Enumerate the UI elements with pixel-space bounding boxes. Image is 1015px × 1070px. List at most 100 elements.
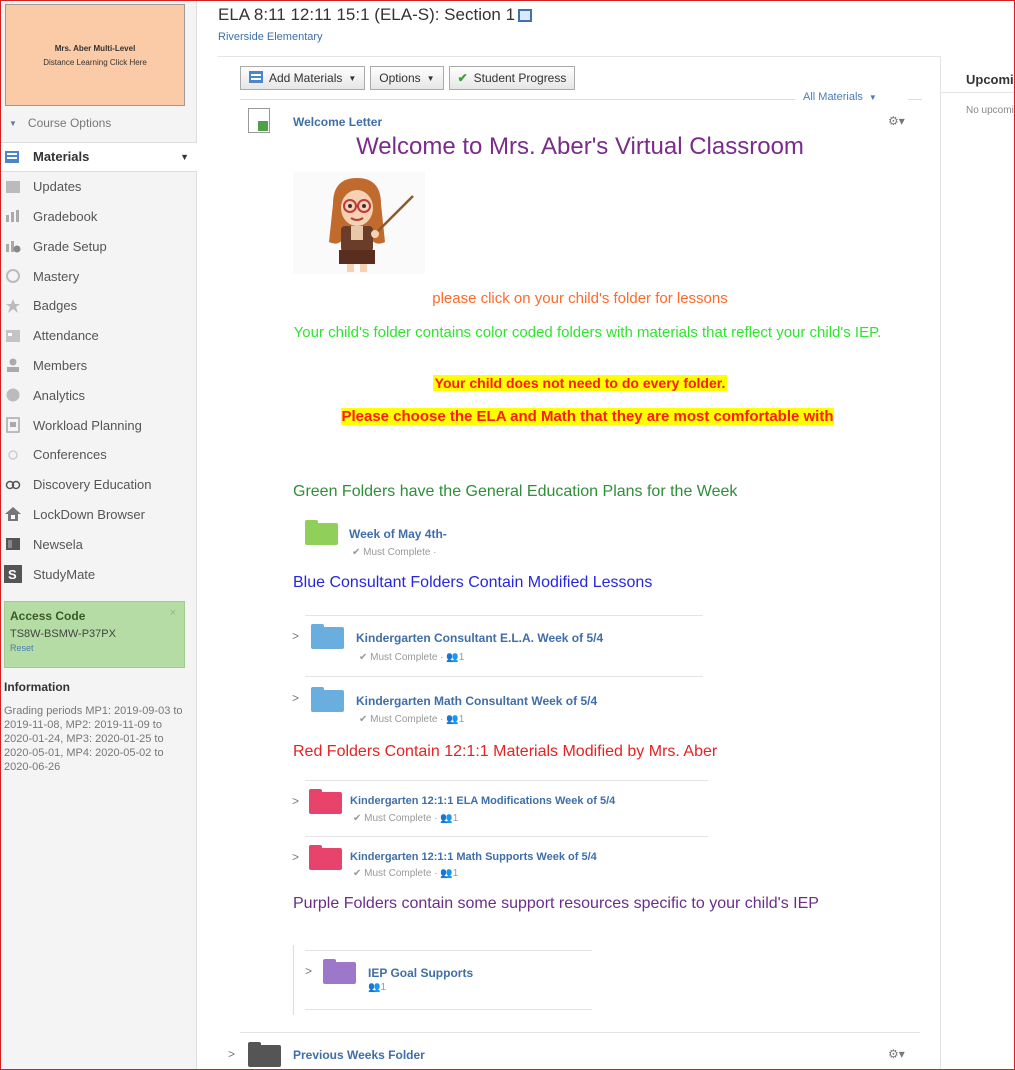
- information-panel: Information Grading periods MP1: 2019-09…: [4, 680, 189, 774]
- svg-text:S: S: [8, 567, 17, 582]
- nav-item-studymate[interactable]: S StudyMate: [1, 559, 197, 589]
- nav-item-workload-planning[interactable]: Workload Planning: [1, 410, 197, 440]
- folder-link-kc-ela[interactable]: Kindergarten Consultant E.L.A. Week of 5…: [356, 631, 603, 645]
- nav-item-updates[interactable]: Updates: [1, 172, 197, 202]
- school-link[interactable]: Riverside Elementary: [218, 31, 323, 43]
- course-profile-picture[interactable]: Mrs. Aber Multi-Level Distance Learning …: [5, 4, 185, 106]
- chevron-right-icon[interactable]: >: [292, 691, 299, 705]
- folder-meta: ✔ Must Complete · 👥1: [359, 652, 465, 663]
- teacher-illustration: [293, 172, 425, 274]
- access-code-heading: Access Code: [10, 609, 86, 623]
- folder-link-week[interactable]: Week of May 4th-: [349, 527, 447, 541]
- information-heading: Information: [4, 680, 70, 694]
- course-nav: Materials ▼ Updates Gradebook Grade Setu…: [1, 142, 197, 589]
- nav-item-mastery[interactable]: Mastery: [1, 261, 197, 291]
- nav-item-members[interactable]: Members: [1, 351, 197, 381]
- chevron-right-icon[interactable]: >: [292, 794, 299, 808]
- list-divider: [305, 1009, 592, 1010]
- chevron-right-icon[interactable]: >: [292, 850, 299, 864]
- options-label: Options: [379, 71, 421, 85]
- nav-item-grade-setup[interactable]: Grade Setup: [1, 231, 197, 261]
- folder-icon: [323, 959, 356, 984]
- folder-meta: ✔ Must Complete · 👥1: [353, 868, 459, 879]
- header-divider: [218, 56, 940, 57]
- chevron-right-icon[interactable]: >: [292, 629, 299, 643]
- materials-toolbar: Add Materials ▼ Options ▼ ✔ Student Prog…: [240, 66, 576, 90]
- course-options-toggle[interactable]: ▼ Course Options: [9, 116, 111, 130]
- book-icon[interactable]: [518, 8, 533, 22]
- nav-item-lockdown-browser[interactable]: LockDown Browser: [1, 500, 197, 530]
- section-heading-blue: Blue Consultant Folders Contain Modified…: [293, 574, 653, 591]
- welcome-heading: Welcome to Mrs. Aber's Virtual Classroom: [356, 133, 804, 160]
- close-icon[interactable]: ×: [170, 607, 176, 619]
- lockdown-icon: [4, 506, 22, 522]
- reset-access-code-link[interactable]: Reset: [10, 643, 179, 653]
- course-pic-subtitle: Distance Learning Click Here: [43, 57, 147, 67]
- gear-icon[interactable]: ⚙▾: [888, 114, 905, 128]
- chevron-down-icon[interactable]: ▼: [180, 152, 189, 162]
- folder-meta: ✔ Must Complete · 👥1: [353, 813, 459, 824]
- instruction-green: Your child's folder contains color coded…: [293, 324, 882, 341]
- folder-icon: [248, 1042, 281, 1067]
- course-title: ELA 8:11 12:11 15:1 (ELA-S): Section 1: [218, 5, 533, 25]
- caret-down-icon: ▼: [426, 73, 435, 83]
- folder-icon: [309, 845, 342, 870]
- toolbar-divider: [240, 99, 795, 100]
- welcome-letter-link[interactable]: Welcome Letter: [293, 115, 382, 129]
- student-progress-button[interactable]: ✔ Student Progress: [448, 66, 576, 90]
- add-materials-button[interactable]: Add Materials ▼: [240, 66, 366, 90]
- caret-down-icon: ▼: [868, 93, 877, 102]
- folder-meta: ✔ Must Complete · 👥1: [359, 714, 465, 725]
- grade-setup-icon: [4, 238, 22, 254]
- nav-item-analytics[interactable]: Analytics: [1, 380, 197, 410]
- all-materials-filter[interactable]: All Materials ▼: [803, 91, 877, 103]
- folder-link-kc-math[interactable]: Kindergarten Math Consultant Week of 5/4: [356, 694, 597, 708]
- gear-icon[interactable]: ⚙▾: [888, 1047, 905, 1061]
- list-divider: [305, 780, 708, 781]
- folder-meta: 👥1: [368, 982, 387, 993]
- materials-icon: [4, 149, 22, 165]
- nav-label: Conferences: [33, 447, 107, 463]
- nav-item-newsela[interactable]: Newsela: [1, 529, 197, 559]
- nav-item-gradebook[interactable]: Gradebook: [1, 202, 197, 232]
- nav-item-conferences[interactable]: Conferences: [1, 440, 197, 470]
- add-materials-icon: [249, 70, 263, 86]
- nav-item-discovery-education[interactable]: Discovery Education: [1, 470, 197, 500]
- nav-item-attendance[interactable]: Attendance: [1, 321, 197, 351]
- nested-list-line: [293, 945, 294, 1015]
- folder-link-k121-ela[interactable]: Kindergarten 12:1:1 ELA Modifications We…: [350, 795, 615, 807]
- badge-star-icon: [4, 298, 22, 314]
- chevron-right-icon[interactable]: >: [305, 964, 312, 978]
- section-heading-red: Red Folders Contain 12:1:1 Materials Mod…: [293, 743, 718, 760]
- members-icon: [4, 357, 22, 373]
- upcoming-divider: [941, 92, 1015, 93]
- nav-label: Members: [33, 357, 88, 373]
- filter-divider: [908, 99, 922, 100]
- workload-icon: [4, 417, 22, 433]
- highlight-text: Please choose the ELA and Math that they…: [341, 408, 834, 425]
- all-materials-label: All Materials: [803, 91, 863, 103]
- checkmark-icon: ✔: [457, 71, 468, 85]
- folder-link-iep[interactable]: IEP Goal Supports: [368, 966, 473, 980]
- mastery-icon: [4, 268, 22, 284]
- folder-link-previous-weeks[interactable]: Previous Weeks Folder: [293, 1048, 425, 1062]
- discovery-icon: [4, 477, 22, 493]
- nav-label: StudyMate: [33, 566, 96, 582]
- highlight-text: Your child does not need to do every fol…: [432, 375, 728, 391]
- options-button[interactable]: Options ▼: [370, 66, 444, 90]
- chevron-right-icon[interactable]: >: [228, 1047, 235, 1061]
- folder-icon: [309, 789, 342, 814]
- nav-label: Analytics: [33, 387, 86, 403]
- list-divider: [305, 950, 592, 951]
- instruction-highlight-2: Please choose the ELA and Math that they…: [290, 406, 885, 427]
- list-divider: [240, 1032, 920, 1033]
- folder-icon: [311, 687, 344, 712]
- nav-label: LockDown Browser: [33, 506, 145, 522]
- nav-item-materials[interactable]: Materials ▼: [1, 142, 197, 172]
- folder-link-k121-math[interactable]: Kindergarten 12:1:1 Math Supports Week o…: [350, 851, 597, 863]
- nav-item-badges[interactable]: Badges: [1, 291, 197, 321]
- updates-icon: [4, 179, 22, 195]
- upcoming-empty-text: No upcoming: [966, 105, 1015, 116]
- access-code-panel: Access Code × TS8W-BSMW-P37PX Reset: [4, 601, 185, 668]
- nav-label: Gradebook: [33, 208, 98, 224]
